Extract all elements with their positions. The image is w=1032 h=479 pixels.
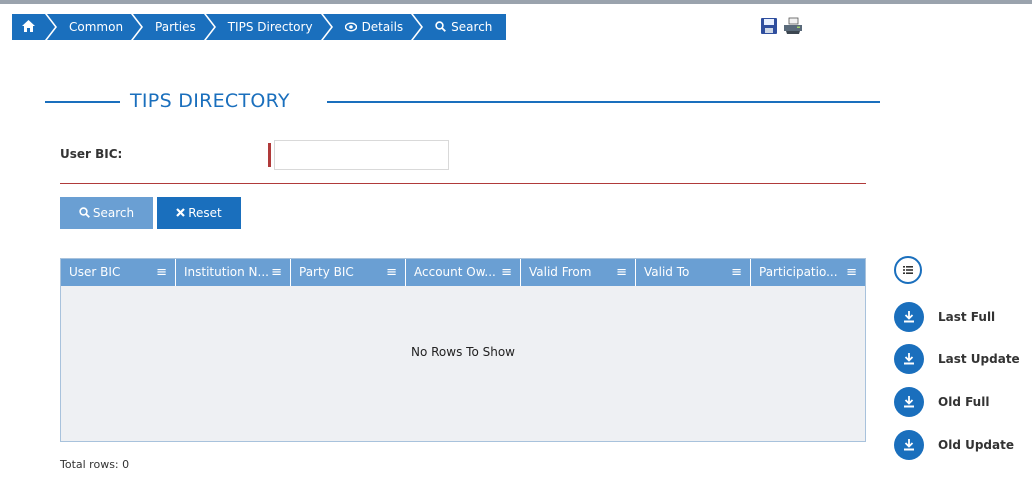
download-icon bbox=[904, 311, 914, 323]
column-valid-from-label: Valid From bbox=[529, 265, 592, 279]
download-last-full-label[interactable]: Last Full bbox=[938, 310, 995, 324]
search-icon bbox=[79, 207, 90, 218]
column-menu-icon[interactable]: ≡ bbox=[731, 259, 742, 286]
column-menu-icon[interactable]: ≡ bbox=[501, 259, 512, 286]
breadcrumb-search[interactable]: Search bbox=[413, 14, 507, 40]
grid-header: User BIC ≡ Institution N... ≡ Party BIC ≡ A… bbox=[61, 259, 865, 286]
breadcrumb-parties[interactable]: Parties bbox=[133, 14, 216, 40]
reset-button-label: Reset bbox=[188, 206, 222, 220]
breadcrumb-tips-directory-label: TIPS Directory bbox=[227, 20, 313, 34]
user-bic-field bbox=[268, 140, 449, 170]
page-title-row: TIPS DIRECTORY bbox=[45, 90, 880, 114]
download-icon bbox=[904, 353, 914, 365]
column-institution-name[interactable]: Institution N... ≡ bbox=[176, 259, 291, 286]
toolbar bbox=[760, 17, 804, 35]
title-line-left bbox=[45, 101, 120, 103]
download-last-update-button[interactable] bbox=[894, 344, 924, 374]
home-icon bbox=[22, 20, 35, 32]
top-border bbox=[0, 0, 1032, 4]
column-menu-icon[interactable]: ≡ bbox=[271, 259, 282, 286]
search-icon bbox=[435, 21, 447, 32]
search-button-label: Search bbox=[92, 206, 135, 220]
column-account-owner-label: Account Ow... bbox=[414, 265, 496, 279]
column-participation-label: Participatio... bbox=[759, 265, 838, 279]
total-rows: Total rows: 0 bbox=[60, 458, 130, 471]
download-last-update-label[interactable]: Last Update bbox=[938, 352, 1020, 366]
column-user-bic[interactable]: User BIC ≡ bbox=[61, 259, 176, 286]
column-chooser-button[interactable] bbox=[894, 256, 922, 284]
user-bic-input[interactable] bbox=[274, 140, 449, 170]
eye-icon bbox=[344, 22, 357, 32]
breadcrumb-tips-directory[interactable]: TIPS Directory bbox=[205, 14, 333, 40]
column-participation[interactable]: Participatio... ≡ bbox=[751, 259, 865, 286]
search-button[interactable]: Search bbox=[60, 197, 153, 229]
title-line-right bbox=[327, 101, 880, 103]
printer-icon[interactable] bbox=[782, 17, 804, 35]
list-icon bbox=[903, 266, 913, 274]
download-old-update-button[interactable] bbox=[894, 430, 924, 460]
breadcrumb: Common Parties TIPS Directory Details Se… bbox=[12, 14, 508, 40]
column-valid-to-label: Valid To bbox=[644, 265, 690, 279]
breadcrumb-parties-label: Parties bbox=[155, 20, 196, 34]
empty-message: No Rows To Show bbox=[411, 345, 515, 359]
breadcrumb-search-label: Search bbox=[451, 20, 493, 34]
download-icon bbox=[904, 439, 914, 451]
breadcrumb-common[interactable]: Common bbox=[47, 14, 144, 40]
breadcrumb-details[interactable]: Details bbox=[322, 14, 423, 40]
close-icon bbox=[176, 208, 186, 217]
column-account-owner[interactable]: Account Ow... ≡ bbox=[406, 259, 521, 286]
breadcrumb-common-label: Common bbox=[69, 20, 124, 34]
results-grid: User BIC ≡ Institution N... ≡ Party BIC ≡ A… bbox=[60, 258, 866, 442]
column-user-bic-label: User BIC bbox=[69, 265, 121, 279]
column-institution-name-label: Institution N... bbox=[184, 265, 269, 279]
breadcrumb-details-label: Details bbox=[361, 20, 404, 34]
column-menu-icon[interactable]: ≡ bbox=[386, 259, 397, 286]
column-menu-icon[interactable]: ≡ bbox=[156, 259, 167, 286]
form-separator bbox=[60, 183, 866, 184]
column-party-bic-label: Party BIC bbox=[299, 265, 354, 279]
download-icon bbox=[904, 396, 914, 408]
column-valid-to[interactable]: Valid To ≡ bbox=[636, 259, 751, 286]
column-menu-icon[interactable]: ≡ bbox=[846, 259, 857, 286]
download-old-full-label[interactable]: Old Full bbox=[938, 395, 989, 409]
download-old-update-label[interactable]: Old Update bbox=[938, 438, 1014, 452]
download-last-full-button[interactable] bbox=[894, 302, 924, 332]
column-valid-from[interactable]: Valid From ≡ bbox=[521, 259, 636, 286]
column-party-bic[interactable]: Party BIC ≡ bbox=[291, 259, 406, 286]
user-bic-label: User BIC: bbox=[60, 147, 123, 161]
breadcrumb-home[interactable] bbox=[12, 14, 57, 40]
reset-button[interactable]: Reset bbox=[157, 197, 241, 229]
required-marker bbox=[268, 143, 271, 167]
column-menu-icon[interactable]: ≡ bbox=[616, 259, 627, 286]
download-old-full-button[interactable] bbox=[894, 387, 924, 417]
page-title: TIPS DIRECTORY bbox=[130, 90, 290, 112]
save-icon[interactable] bbox=[760, 17, 778, 35]
